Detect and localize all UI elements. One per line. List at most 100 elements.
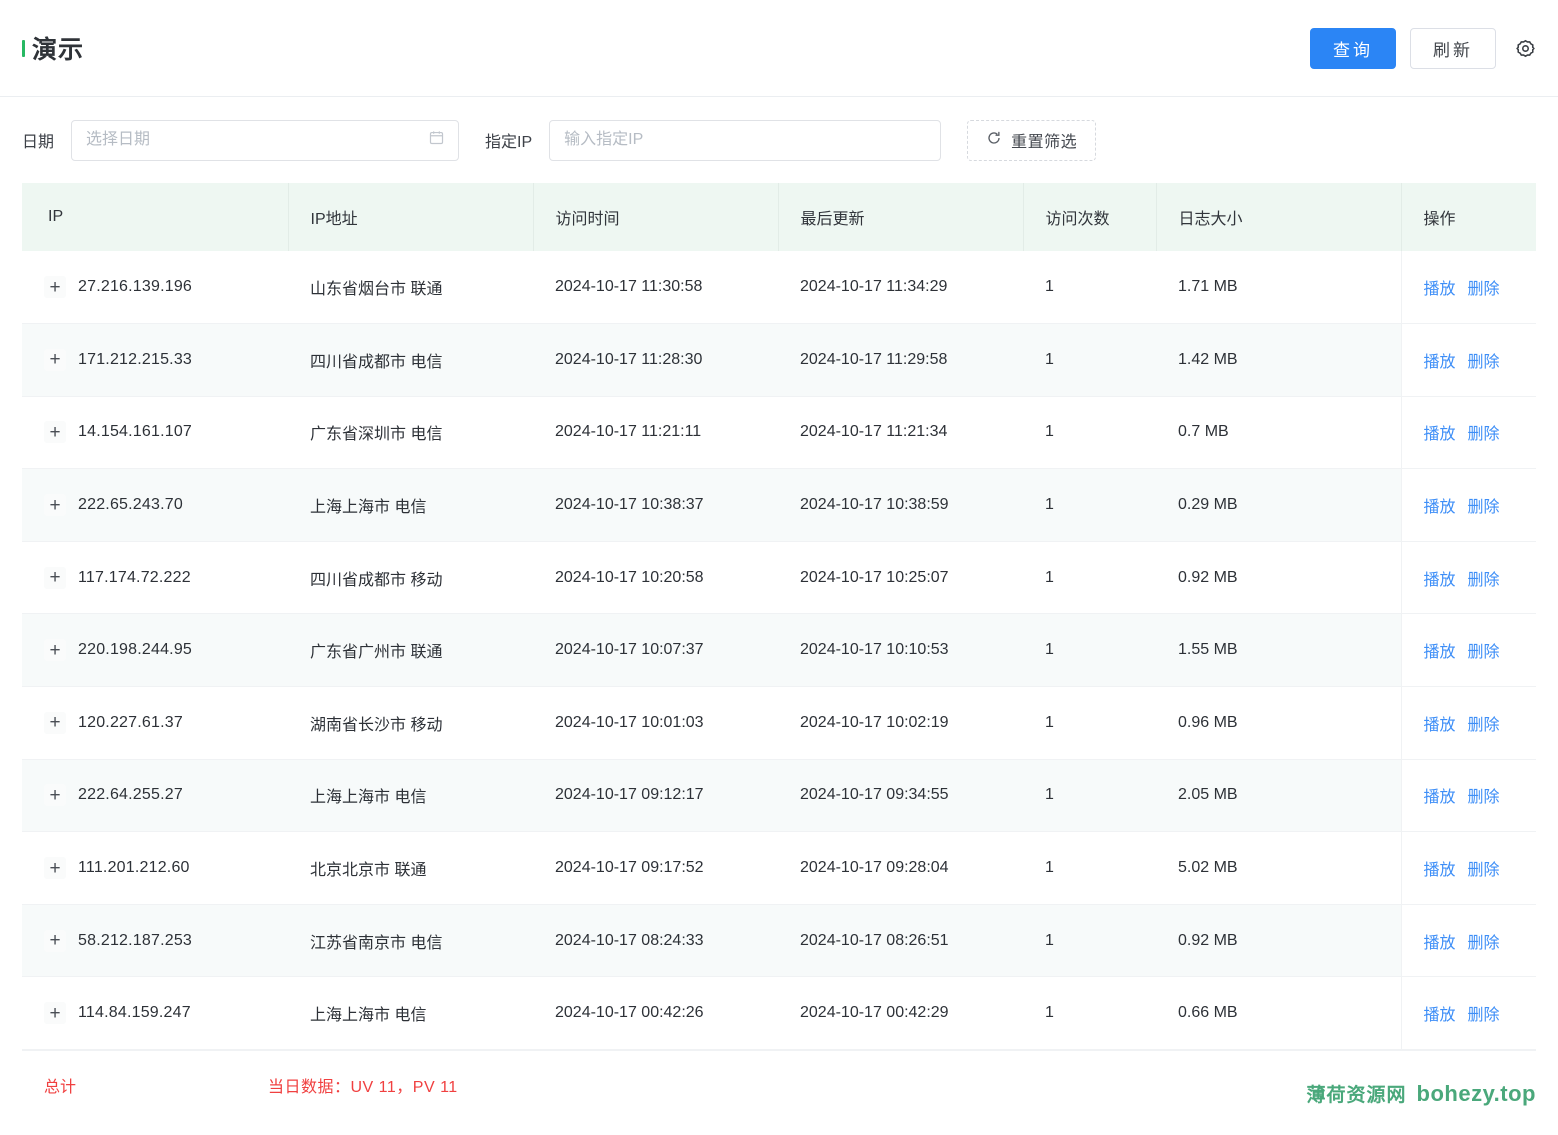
plus-icon[interactable]: + [44, 421, 66, 444]
delete-link[interactable]: 删除 [1468, 644, 1500, 661]
reset-filter-button[interactable]: 重置筛选 [967, 119, 1097, 161]
column-header-visit-count[interactable]: 访问次数 [1023, 183, 1157, 251]
date-picker[interactable] [71, 119, 460, 161]
cell-operations: 播放 删除 [1400, 251, 1536, 325]
play-link[interactable]: 播放 [1424, 426, 1456, 443]
delete-link[interactable]: 删除 [1468, 354, 1500, 371]
play-link[interactable]: 播放 [1424, 644, 1456, 661]
table-row[interactable]: +114.84.159.247 上海上海市 电信 2024-10-17 00:42:… [22, 976, 1536, 1051]
cell-log-size: 0.92 MB [1156, 904, 1401, 978]
table-row[interactable]: +117.174.72.222 四川省成都市 移动 2024-10-17 10:20… [22, 541, 1536, 615]
cell-visit-count: 1 [1023, 541, 1156, 615]
cell-visit-time: 2024-10-17 10:38:37 [533, 468, 778, 542]
plus-icon[interactable]: + [44, 1002, 66, 1025]
table-body: +27.216.139.196 山东省烟台市 联通 2024-10-17 11:30… [22, 251, 1536, 1051]
table-row[interactable]: +222.64.255.27 上海上海市 电信 2024-10-17 09:12:1… [22, 759, 1536, 833]
ip-filter[interactable] [549, 119, 942, 161]
table-row[interactable]: +220.198.244.95 广东省广州市 联通 2024-10-17 10:07… [22, 613, 1536, 688]
cell-ip: +222.64.255.27 [22, 759, 288, 833]
cell-log-size: 0.29 MB [1156, 468, 1401, 542]
cell-visit-time: 2024-10-17 10:01:03 [533, 686, 778, 760]
cell-operations: 播放 删除 [1400, 686, 1536, 760]
column-header-visit-time[interactable]: 访问时间 [533, 183, 779, 251]
cell-last-update: 2024-10-17 09:34:55 [778, 759, 1023, 833]
table-row[interactable]: +58.212.187.253 江苏省南京市 电信 2024-10-17 08:24… [22, 904, 1536, 978]
plus-icon[interactable]: + [44, 348, 66, 371]
cell-last-update: 2024-10-17 11:29:58 [778, 323, 1023, 397]
table-row[interactable]: +14.154.161.107 广东省深圳市 电信 2024-10-17 11:21… [22, 396, 1536, 470]
delete-link[interactable]: 删除 [1468, 281, 1500, 298]
ip-label: 指定IP [485, 134, 533, 151]
delete-link[interactable]: 删除 [1468, 426, 1500, 443]
column-header-location[interactable]: IP地址 [288, 183, 534, 251]
cell-location: 湖南省长沙市 移动 [288, 686, 533, 760]
play-link[interactable]: 播放 [1424, 499, 1456, 516]
column-header-ip[interactable]: IP [22, 183, 289, 251]
date-label: 日期 [22, 134, 55, 151]
cell-visit-count: 1 [1023, 976, 1156, 1051]
cell-visit-time: 2024-10-17 11:28:30 [533, 323, 778, 397]
play-link[interactable]: 播放 [1424, 862, 1456, 879]
cell-visit-count: 1 [1023, 396, 1156, 470]
cell-log-size: 1.55 MB [1156, 613, 1401, 688]
refresh-button[interactable]: 刷新 [1410, 27, 1496, 69]
cell-location: 四川省成都市 移动 [288, 541, 533, 615]
plus-icon[interactable]: + [44, 494, 66, 517]
cell-location: 广东省深圳市 电信 [288, 396, 533, 470]
cell-visit-time: 2024-10-17 09:12:17 [533, 759, 778, 833]
settings-button[interactable] [1510, 33, 1540, 63]
cell-last-update: 2024-10-17 10:02:19 [778, 686, 1023, 760]
table-row[interactable]: +111.201.212.60 北京北京市 联通 2024-10-17 09:17:… [22, 831, 1536, 905]
cell-last-update: 2024-10-17 09:28:04 [778, 831, 1023, 905]
cell-ip: +117.174.72.222 [22, 541, 288, 615]
cell-log-size: 5.02 MB [1156, 831, 1401, 905]
cell-ip-value: 27.216.139.196 [78, 278, 193, 296]
table-row[interactable]: +222.65.243.70 上海上海市 电信 2024-10-17 10:38:3… [22, 468, 1536, 542]
delete-link[interactable]: 删除 [1468, 499, 1500, 516]
column-header-operations[interactable]: 操作 [1401, 183, 1536, 251]
cell-last-update: 2024-10-17 10:10:53 [778, 613, 1023, 688]
play-link[interactable]: 播放 [1424, 1007, 1456, 1024]
delete-link[interactable]: 删除 [1468, 935, 1500, 952]
table-header-row: IP IP地址 访问时间 最后更新 访问次数 日志大小 操作 [22, 183, 1536, 251]
summary-total-label: 总计 [44, 1078, 77, 1096]
column-header-last-update[interactable]: 最后更新 [778, 183, 1024, 251]
table-row[interactable]: +120.227.61.37 湖南省长沙市 移动 2024-10-17 10:01:… [22, 686, 1536, 760]
plus-icon[interactable]: + [44, 929, 66, 952]
table-row[interactable]: +27.216.139.196 山东省烟台市 联通 2024-10-17 11:30… [22, 251, 1536, 325]
plus-icon[interactable]: + [44, 784, 66, 807]
cell-visit-time: 2024-10-17 08:24:33 [533, 904, 778, 978]
delete-link[interactable]: 删除 [1468, 789, 1500, 806]
plus-icon[interactable]: + [44, 711, 66, 734]
column-header-log-size[interactable]: 日志大小 [1156, 183, 1402, 251]
delete-link[interactable]: 删除 [1468, 572, 1500, 589]
play-link[interactable]: 播放 [1424, 789, 1456, 806]
query-button[interactable]: 查询 [1310, 27, 1396, 69]
play-link[interactable]: 播放 [1424, 354, 1456, 371]
page-title: 演示 [22, 30, 84, 66]
cell-location: 山东省烟台市 联通 [288, 251, 533, 325]
delete-link[interactable]: 删除 [1468, 862, 1500, 879]
cell-ip: +58.212.187.253 [22, 904, 288, 978]
delete-link[interactable]: 删除 [1468, 717, 1500, 734]
cell-ip-value: 120.227.61.37 [78, 713, 183, 731]
plus-icon[interactable]: + [44, 276, 66, 299]
cell-ip: +222.65.243.70 [22, 468, 288, 542]
play-link[interactable]: 播放 [1424, 717, 1456, 734]
cell-log-size: 0.92 MB [1156, 541, 1401, 615]
plus-icon[interactable]: + [44, 857, 66, 880]
plus-icon[interactable]: + [44, 639, 66, 662]
gear-icon [1515, 38, 1536, 59]
cell-last-update: 2024-10-17 11:21:34 [778, 396, 1023, 470]
play-link[interactable]: 播放 [1424, 281, 1456, 298]
play-link[interactable]: 播放 [1424, 572, 1456, 589]
plus-icon[interactable]: + [44, 566, 66, 589]
delete-link[interactable]: 删除 [1468, 1007, 1500, 1024]
table-header: IP IP地址 访问时间 最后更新 访问次数 日志大小 操作 [22, 183, 1536, 251]
cell-visit-count: 1 [1023, 468, 1156, 542]
table-row[interactable]: +171.212.215.33 四川省成都市 电信 2024-10-17 11:28… [22, 323, 1536, 397]
play-link[interactable]: 播放 [1424, 935, 1456, 952]
header-actions: 查询 刷新 [1310, 27, 1540, 69]
date-input[interactable] [86, 120, 445, 160]
ip-input[interactable] [564, 120, 927, 160]
